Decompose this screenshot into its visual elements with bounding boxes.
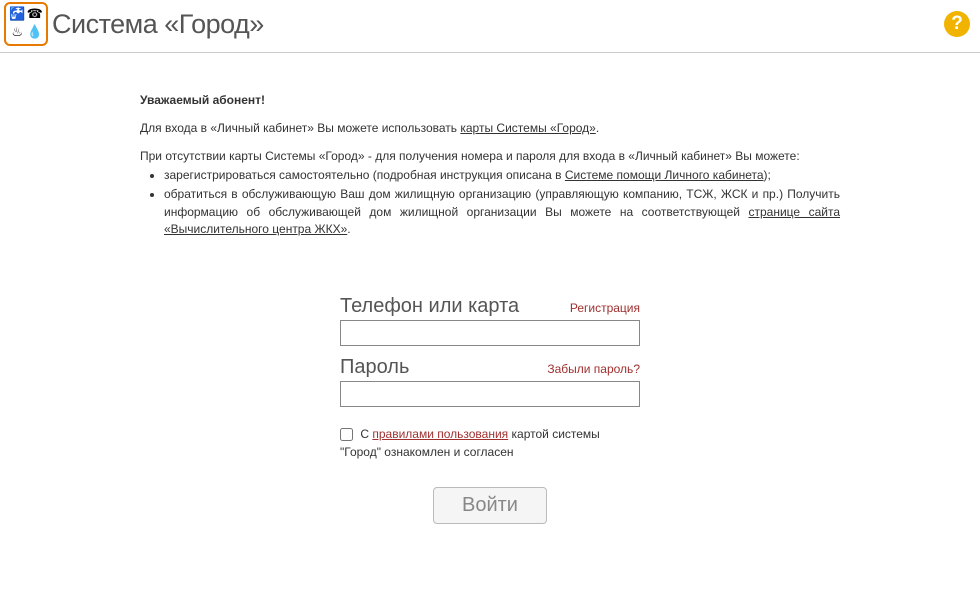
- help-icon[interactable]: ?: [944, 11, 970, 37]
- password-label: Пароль: [340, 356, 409, 379]
- bullet1-prefix: зарегистрироваться самостоятельно (подро…: [164, 168, 565, 182]
- phone-label-row: Телефон или карта Регистрация: [340, 295, 640, 318]
- agree-prefix: С: [360, 427, 372, 441]
- cards-link[interactable]: карты Системы «Город»: [460, 121, 595, 135]
- login-form: Телефон или карта Регистрация Пароль Заб…: [340, 295, 640, 524]
- logo-glyph: ♨: [9, 25, 26, 42]
- register-link[interactable]: Регистрация: [570, 301, 640, 315]
- submit-row: Войти: [340, 487, 640, 524]
- header: 🚰 ☎ ♨ 💧 Система «Город» ?: [0, 0, 980, 53]
- password-label-row: Пароль Забыли пароль?: [340, 356, 640, 379]
- logo-glyph: ☎: [27, 7, 44, 24]
- brand-title: Система «Город»: [52, 9, 264, 40]
- agree-checkbox[interactable]: [340, 428, 353, 441]
- login-button[interactable]: Войти: [433, 487, 547, 524]
- forgot-password-link[interactable]: Забыли пароль?: [547, 362, 640, 376]
- agree-row: С правилами пользования картой системы "…: [340, 425, 640, 461]
- brand: 🚰 ☎ ♨ 💧 Система «Город»: [4, 2, 264, 46]
- phone-label: Телефон или карта: [340, 295, 519, 318]
- phone-input[interactable]: [340, 320, 640, 346]
- bullet2-suffix: .: [347, 222, 350, 236]
- intro-suffix: .: [596, 121, 599, 135]
- bullet2-prefix: обратиться в обслуживающую Ваш дом жилищ…: [164, 187, 840, 218]
- rules-link[interactable]: правилами пользования: [372, 427, 508, 441]
- para-nocard: При отсутствии карты Системы «Город» - д…: [140, 149, 840, 163]
- intro-prefix: Для входа в «Личный кабинет» Вы можете и…: [140, 121, 460, 135]
- intro-line: Для входа в «Личный кабинет» Вы можете и…: [140, 121, 840, 135]
- list-item: обратиться в обслуживающую Ваш дом жилищ…: [164, 186, 840, 238]
- logo-glyph: 🚰: [9, 7, 26, 24]
- password-input[interactable]: [340, 381, 640, 407]
- content: Уважаемый абонент! Для входа в «Личный к…: [0, 53, 980, 524]
- list-item: зарегистрироваться самостоятельно (подро…: [164, 167, 840, 184]
- help-system-link[interactable]: Системе помощи Личного кабинета: [565, 168, 764, 182]
- logo-glyph: 💧: [27, 25, 44, 42]
- logo-icon: 🚰 ☎ ♨ 💧: [4, 2, 48, 46]
- bullet1-suffix: );: [764, 168, 771, 182]
- greeting: Уважаемый абонент!: [140, 93, 840, 107]
- instruction-list: зарегистрироваться самостоятельно (подро…: [140, 167, 840, 239]
- password-field-row: Пароль Забыли пароль?: [340, 356, 640, 407]
- phone-field-row: Телефон или карта Регистрация: [340, 295, 640, 346]
